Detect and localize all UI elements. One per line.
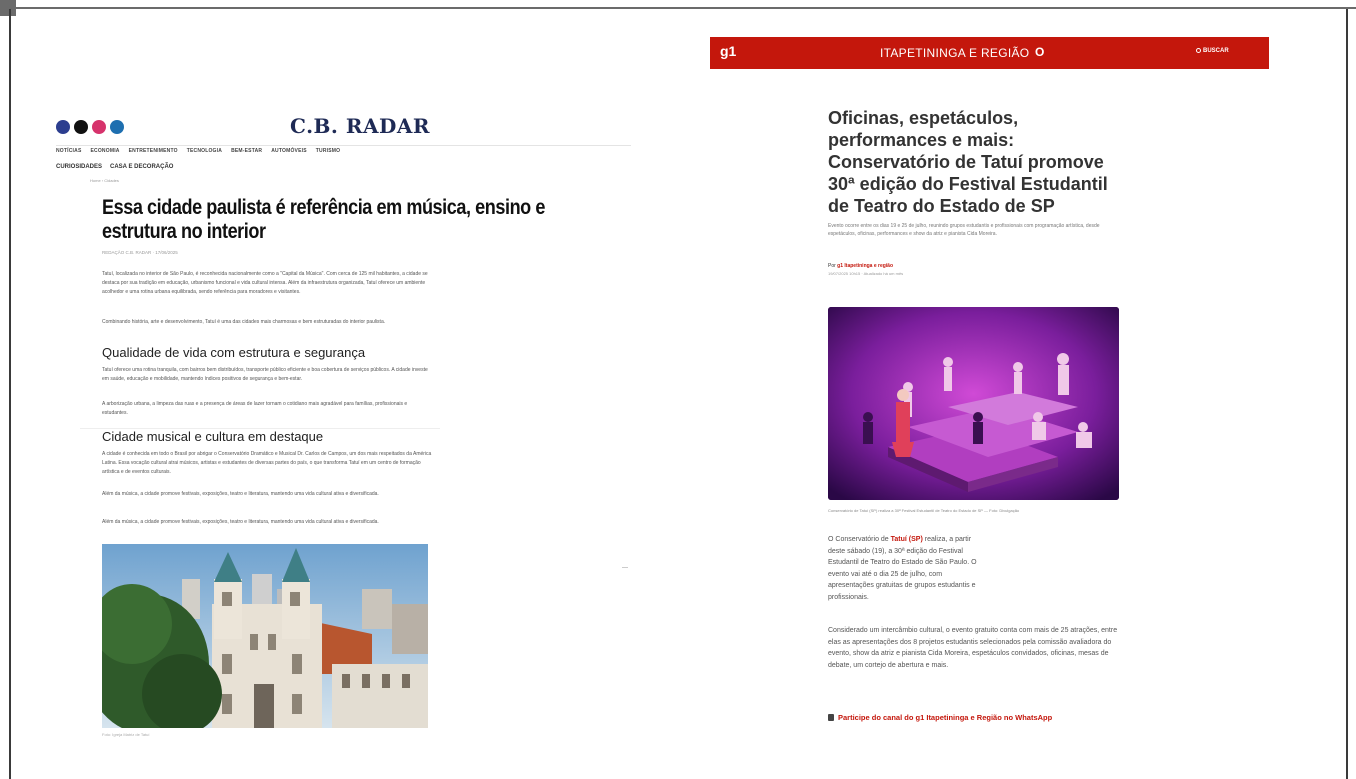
globo-logo[interactable]: O xyxy=(1035,45,1044,59)
g1-article-subtitle: Evento ocorre entre os dias 19 e 25 de j… xyxy=(828,223,1100,237)
window-corner-marker xyxy=(0,0,16,16)
g1-paragraph: O Conservatório de Tatuí (SP) realiza, a… xyxy=(828,534,988,603)
window-right-border xyxy=(1346,9,1348,779)
cbradar-logo[interactable]: C.B. RADAR xyxy=(290,114,430,138)
article-byline: REDAÇÃO C.B. RADAR · 17/06/2025 xyxy=(102,250,178,255)
theater-photo xyxy=(828,307,1119,500)
nav-item[interactable]: CURIOSIDADES xyxy=(56,164,102,170)
search-icon xyxy=(1196,48,1201,53)
search-button[interactable]: BUSCAR xyxy=(1196,48,1229,54)
x-icon[interactable] xyxy=(74,120,88,134)
divider-dash xyxy=(622,567,628,568)
cbradar-nav-secondary: CURIOSIDADES CASA E DECORAÇÃO xyxy=(56,164,173,170)
article-paragraph: A cidade é conhecida em todo o Brasil po… xyxy=(102,451,432,475)
author-prefix: Por xyxy=(828,263,838,269)
nav-item[interactable]: ECONOMIA xyxy=(91,148,120,154)
g1-image-caption: Conservatório de Tatuí (SP) realiza a 30… xyxy=(828,508,1020,513)
article-paragraph: Combinando história, arte e desenvolvime… xyxy=(102,319,386,325)
g1-author: Por g1 Itapetininga e região xyxy=(828,263,893,269)
article-paragraph: Além da música, a cidade promove festiva… xyxy=(102,491,379,497)
nav-item[interactable]: NOTÍCIAS xyxy=(56,148,82,154)
phone-icon xyxy=(828,714,834,721)
article-paragraph: Além da música, a cidade promove festiva… xyxy=(102,519,379,525)
paragraph-text: O Conservatório de xyxy=(828,536,891,543)
g1-header: g1 ITAPETININGA E REGIÃO O BUSCAR xyxy=(710,37,1269,69)
paragraph-text: realiza, a partir deste sábado (19), a 3… xyxy=(828,536,977,601)
region-title[interactable]: ITAPETININGA E REGIÃO xyxy=(880,46,1029,60)
breadcrumb[interactable]: Home › Cidades xyxy=(90,178,119,183)
photo-caption: Foto: Igreja Matriz de Tatuí xyxy=(102,732,150,737)
nav-item[interactable]: AUTOMÓVEIS xyxy=(271,148,307,154)
nav-item[interactable]: BEM-ESTAR xyxy=(231,148,262,154)
instagram-icon[interactable] xyxy=(92,120,106,134)
search-label: BUSCAR xyxy=(1203,48,1229,55)
cbradar-nav: NOTÍCIAS ECONOMIA ENTRETENIMENTO TECNOLO… xyxy=(56,145,631,154)
nav-item[interactable]: TECNOLOGIA xyxy=(187,148,222,154)
author-link[interactable]: g1 Itapetininga e região xyxy=(837,263,893,269)
nav-item[interactable]: CASA E DECORAÇÃO xyxy=(110,164,173,170)
social-links xyxy=(56,120,124,134)
g1-paragraph: Considerado um intercâmbio cultural, o e… xyxy=(828,627,1118,669)
nav-item[interactable]: ENTRETENIMENTO xyxy=(129,148,178,154)
window-top-border xyxy=(0,0,1356,9)
church-photo xyxy=(102,544,428,728)
nav-item[interactable]: TURISMO xyxy=(316,148,340,154)
tatui-link[interactable]: Tatuí (SP) xyxy=(891,536,923,543)
g1-logo[interactable]: g1 xyxy=(720,43,736,59)
article-paragraph: Tatuí, localizada no interior de São Pau… xyxy=(102,271,428,295)
article-paragraph: Tatuí oferece uma rotina tranquila, com … xyxy=(102,367,428,382)
article-paragraph: A arborização urbana, a limpeza das ruas… xyxy=(102,401,408,416)
linkedin-icon[interactable] xyxy=(110,120,124,134)
window-left-border xyxy=(9,9,11,779)
g1-article-title: Oficinas, espetáculos, performances e ma… xyxy=(828,108,1108,216)
section-heading: Cidade musical e cultura em destaque xyxy=(102,429,324,444)
article-headline: Essa cidade paulista é referência em mús… xyxy=(102,196,545,243)
facebook-icon[interactable] xyxy=(56,120,70,134)
whatsapp-link-label: Participe do canal do g1 Itapetininga e … xyxy=(838,713,1053,722)
whatsapp-channel-link[interactable]: Participe do canal do g1 Itapetininga e … xyxy=(828,713,1052,722)
section-heading: Qualidade de vida com estrutura e segura… xyxy=(102,345,366,360)
g1-date: 19/07/2025 10h15 · Atualizado há um mês xyxy=(828,271,904,276)
